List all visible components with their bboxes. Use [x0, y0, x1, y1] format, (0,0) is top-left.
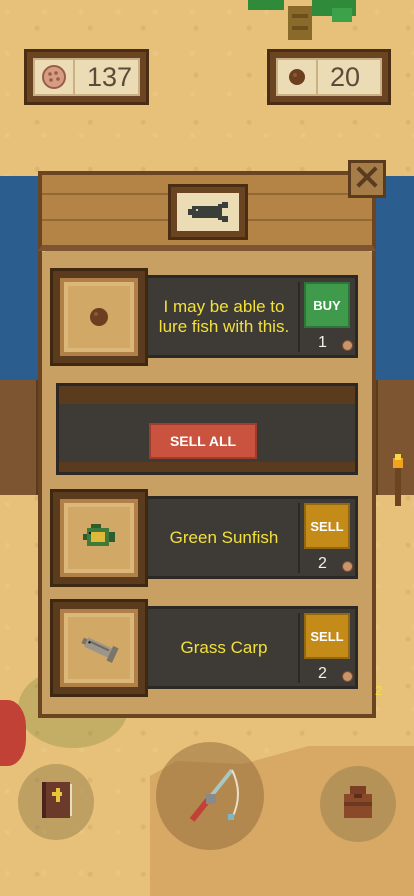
- torch-icon: [390, 452, 406, 506]
- shop-item-green-sunfish: Green Sunfish SELL 2: [50, 489, 360, 587]
- buy-button[interactable]: BUY: [304, 282, 350, 328]
- journal-button[interactable]: [18, 764, 94, 840]
- sell-all-button[interactable]: SELL ALL: [149, 423, 257, 459]
- green-sunfish-icon: [60, 499, 138, 577]
- item-price: 2: [318, 665, 327, 682]
- list-count: 2: [375, 683, 383, 698]
- coin-count: 20: [330, 61, 361, 92]
- fish-icon: [177, 193, 239, 231]
- item-thumbnail: [50, 268, 148, 366]
- grass-carp-icon: [60, 609, 138, 687]
- bait-icon: [342, 340, 353, 351]
- item-name: Green Sunfish: [169, 527, 279, 547]
- item-name: Grass Carp: [180, 637, 268, 657]
- fishing-rod-button[interactable]: [156, 742, 264, 850]
- bag-icon: [336, 780, 380, 829]
- item-thumbnail: [50, 489, 148, 587]
- coin-counter: 20: [267, 49, 391, 105]
- bait-icon: [35, 60, 75, 94]
- shop-badge: [168, 184, 248, 240]
- bait-counter: 137: [24, 49, 149, 105]
- item-price: 2: [318, 555, 327, 572]
- bait-icon: [342, 671, 353, 682]
- bait-count: 137: [87, 61, 133, 92]
- journal-icon: [36, 778, 76, 827]
- shop-item-grass-carp: Grass Carp SELL 2: [50, 599, 360, 697]
- shop-item-bait: I may be able to lure fish with this. BU…: [50, 268, 360, 366]
- red-object: [0, 700, 26, 766]
- sell-button[interactable]: SELL: [304, 503, 350, 549]
- item-description: I may be able to lure fish with this.: [158, 296, 290, 336]
- bag-button[interactable]: [320, 766, 396, 842]
- close-button[interactable]: [348, 160, 386, 198]
- wooden-post-left: [0, 380, 40, 495]
- palm-tree: [248, 0, 358, 40]
- item-price: 1: [318, 334, 327, 351]
- fishing-rod-icon: [170, 754, 250, 839]
- close-icon: [356, 165, 378, 193]
- bait-ball-icon: [60, 278, 138, 356]
- coin-icon: [278, 60, 318, 94]
- bait-icon: [342, 561, 353, 572]
- sell-button[interactable]: SELL: [304, 613, 350, 659]
- item-thumbnail: [50, 599, 148, 697]
